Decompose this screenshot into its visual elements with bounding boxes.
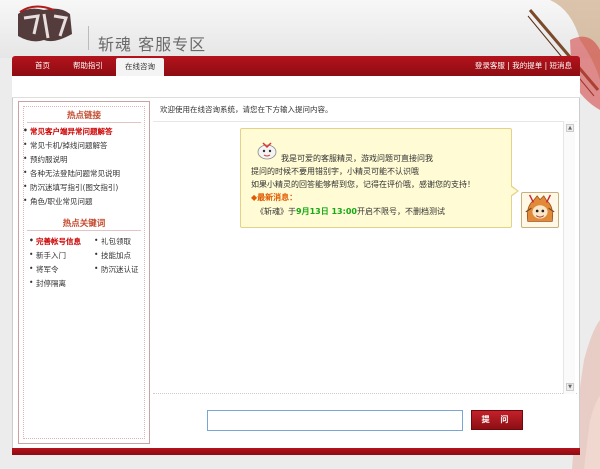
header-divider — [88, 26, 89, 50]
ask-button[interactable]: 提 问 — [471, 410, 523, 430]
nav-user-links: 登录客服 | 我的提单 | 短消息 — [475, 60, 572, 71]
bubble-line-2: 提问的时候不要用错别字，小精灵可能不认识哦 — [251, 167, 419, 176]
news-suffix: 开启不限号，不删档测试 — [356, 207, 445, 216]
hot-link-role-faq[interactable]: 角色/职业常见问题 — [23, 196, 92, 207]
top-nav: 首页 帮助指引 在线咨询 登录客服 | 我的提单 | 短消息 — [12, 56, 580, 76]
hot-links-title: 热点链接 — [66, 111, 101, 121]
keyword-ban-isolation[interactable]: 封停隔离 — [29, 278, 66, 289]
news-prefix: 《斩魂》于 — [256, 207, 296, 216]
login-service-link[interactable]: 登录客服 — [475, 61, 505, 70]
keyword-general-token[interactable]: 将军令 — [29, 264, 58, 275]
bubble-line-3: 如果小精灵的回答能够帮到您，记得在评价哦，感谢您的支持！ — [251, 180, 475, 189]
hot-link-login-issues[interactable]: 各种无法登陆问题常见说明 — [23, 168, 120, 179]
keyword-newbie[interactable]: 新手入门 — [29, 250, 66, 261]
subheader — [12, 76, 580, 98]
keyword-skill-points[interactable]: 技能加点 — [94, 250, 131, 261]
keyword-anti-addiction-verify[interactable]: 防沉迷认证 — [94, 264, 138, 275]
hot-link-client-issues[interactable]: 常见客户端异常问题解答 — [23, 126, 112, 137]
keywords-title: 热点关键词 — [62, 219, 106, 229]
news-label: ◆最新消息： — [251, 193, 298, 202]
sidebar: 热点链接 常见客户端异常问题解答 常见卡机/掉线问题解答 预约服说明 各种无法登… — [18, 101, 150, 444]
chat-scrollbar[interactable]: ▲ ▼ — [563, 121, 575, 394]
welcome-message: 欢迎使用在线咨询系统，请您在下方输入提问内容。 — [160, 105, 333, 114]
news-content: 《斩魂》于9月13日 13:00开启不限号，不删档测试 — [256, 206, 445, 217]
hot-link-lag-disconnect[interactable]: 常见卡机/掉线问题解答 — [23, 140, 107, 151]
keyword-gift-claim[interactable]: 礼包领取 — [94, 236, 131, 247]
tab-online-consult[interactable]: 在线咨询 — [116, 58, 164, 76]
site-title: 斩魂 客服专区 — [98, 35, 207, 54]
game-logo — [18, 5, 72, 42]
scroll-down-arrow[interactable]: ▼ — [566, 383, 574, 391]
bubble-line-1: 我是可爱的客服精灵，游戏问题可直接问我 — [281, 154, 433, 163]
footer-bar — [12, 448, 580, 455]
bot-avatar — [521, 192, 559, 228]
hot-link-reserve-server[interactable]: 预约服说明 — [23, 154, 67, 165]
tab-help-guide[interactable]: 帮助指引 — [73, 60, 103, 71]
news-date: 9月13日 13:00 — [296, 207, 357, 216]
nav-separator: | — [542, 61, 550, 70]
question-input[interactable] — [207, 410, 463, 431]
my-tickets-link[interactable]: 我的提单 — [512, 61, 542, 70]
hot-link-anti-addiction-guide[interactable]: 防沉迷填写指引(图文指引) — [23, 182, 118, 193]
keyword-complete-account[interactable]: 完善帐号信息 — [29, 236, 81, 247]
messages-link[interactable]: 短消息 — [550, 61, 573, 70]
scroll-up-arrow[interactable]: ▲ — [566, 124, 574, 132]
tab-home[interactable]: 首页 — [35, 60, 50, 71]
service-elf-icon — [257, 142, 277, 160]
divider — [27, 230, 141, 231]
bubble-pointer-fill — [510, 186, 517, 196]
divider — [27, 122, 141, 123]
